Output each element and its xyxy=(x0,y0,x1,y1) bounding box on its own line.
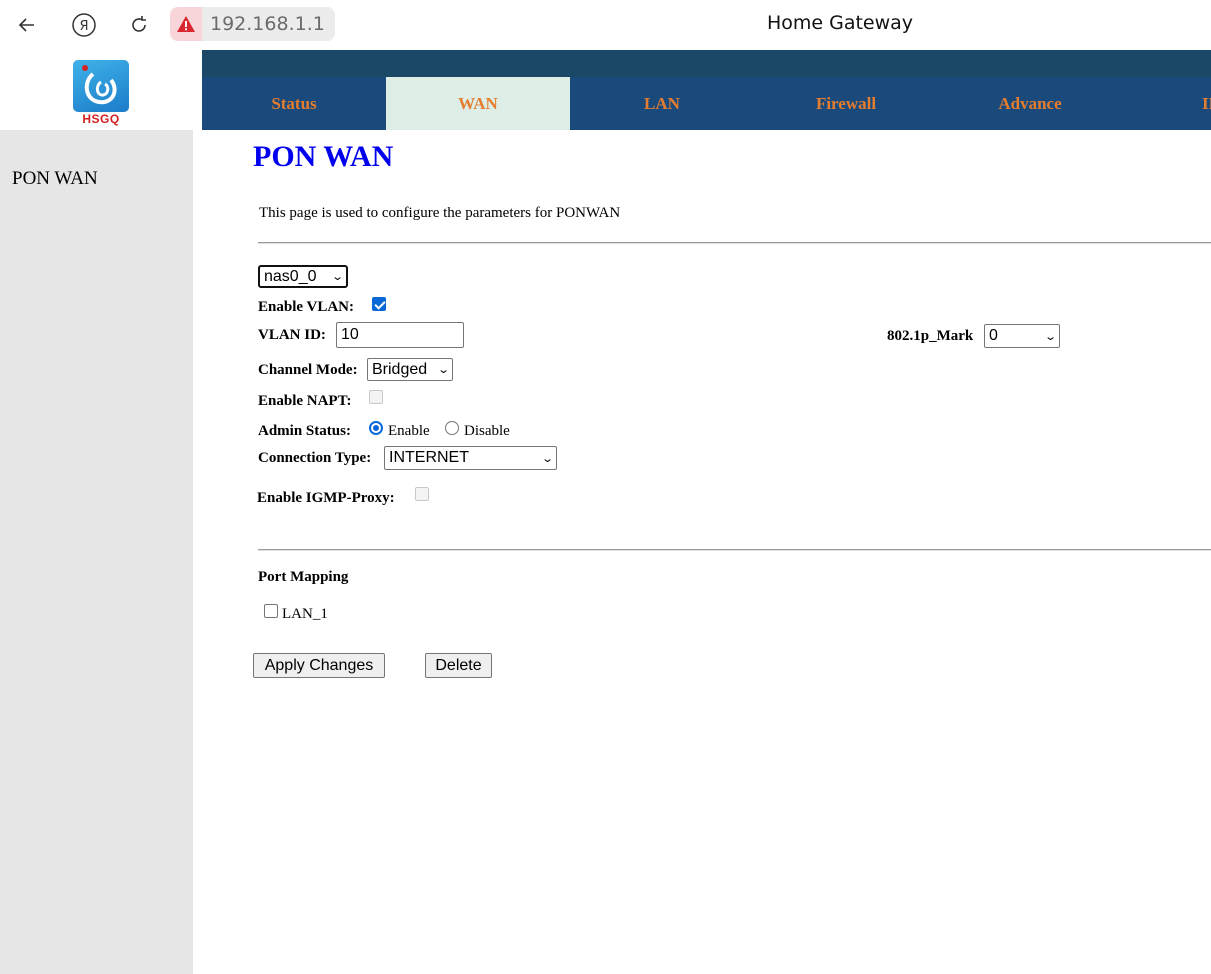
header-band xyxy=(202,50,1211,77)
logo-mark xyxy=(73,60,129,112)
browser-toolbar: Я 192.168.1.1 Home Gateway xyxy=(0,0,1211,50)
connection-type-select[interactable]: INTERNET ⌄ xyxy=(384,446,557,470)
chevron-down-icon: ⌄ xyxy=(330,270,344,283)
connection-type-label: Connection Type: xyxy=(258,450,372,466)
tab-wan[interactable]: WAN xyxy=(386,77,570,130)
back-arrow-icon[interactable] xyxy=(12,10,42,40)
svg-text:Я: Я xyxy=(79,19,88,34)
divider xyxy=(258,242,1211,244)
divider xyxy=(258,549,1211,551)
port-mapping-title: Port Mapping xyxy=(258,569,349,585)
browser-tab-title: Home Gateway xyxy=(766,12,914,34)
vlan-id-label: VLAN ID: xyxy=(258,327,326,343)
8021p-mark-select[interactable]: 0 ⌄ xyxy=(984,324,1060,348)
admin-status-disable-radio[interactable] xyxy=(445,421,459,435)
interface-select-value: nas0_0 xyxy=(264,267,317,285)
logo-brand-text: HSGQ xyxy=(82,112,120,126)
hsgq-logo: HSGQ xyxy=(72,54,130,126)
logo-area: HSGQ xyxy=(0,50,202,130)
main-content: PON WAN This page is used to configure t… xyxy=(202,130,1211,974)
chevron-down-icon: ⌄ xyxy=(540,451,554,465)
enable-vlan-checkbox[interactable] xyxy=(372,297,386,311)
sidebar: PON WAN xyxy=(0,130,193,974)
yandex-icon[interactable]: Я xyxy=(69,10,99,40)
admin-status-enable-radio[interactable] xyxy=(369,421,383,435)
admin-status-enable-label: Enable xyxy=(388,423,430,439)
reload-icon[interactable] xyxy=(124,10,154,40)
address-bar[interactable]: 192.168.1.1 xyxy=(170,6,335,42)
tab-advance[interactable]: Advance xyxy=(938,77,1122,130)
vlan-id-input[interactable]: 10 xyxy=(336,322,464,348)
channel-mode-label: Channel Mode: xyxy=(258,362,358,378)
admin-status-disable-label: Disable xyxy=(464,423,510,439)
enable-napt-label: Enable NAPT: xyxy=(258,393,352,409)
warning-icon[interactable] xyxy=(170,7,202,41)
connection-type-value: INTERNET xyxy=(389,449,469,466)
chevron-down-icon: ⌄ xyxy=(436,363,450,376)
port-lan1-checkbox[interactable] xyxy=(264,604,278,618)
8021p-mark-label: 802.1p_Mark xyxy=(887,328,974,344)
tab-lan[interactable]: LAN xyxy=(570,77,754,130)
igmp-proxy-label: Enable IGMP-Proxy: xyxy=(257,490,395,506)
page-title: PON WAN xyxy=(253,140,394,173)
page-description: This page is used to configure the param… xyxy=(259,205,621,221)
channel-mode-value: Bridged xyxy=(372,360,428,378)
port-lan1-label: LAN_1 xyxy=(282,606,328,622)
channel-mode-select[interactable]: Bridged ⌄ xyxy=(367,358,453,381)
tab-firewall[interactable]: Firewall xyxy=(754,77,938,130)
interface-select[interactable]: nas0_0 ⌄ xyxy=(258,265,348,288)
tab-status[interactable]: Status xyxy=(202,77,386,130)
tab-ip-label: IP xyxy=(1202,93,1211,113)
igmp-proxy-checkbox[interactable] xyxy=(415,487,429,501)
tab-ip[interactable]: IP xyxy=(1122,77,1211,130)
enable-vlan-label: Enable VLAN: xyxy=(258,299,354,315)
main-nav-tabs: Status WAN LAN Firewall Advance IP xyxy=(202,77,1211,130)
apply-changes-button[interactable]: Apply Changes xyxy=(253,653,385,678)
delete-button[interactable]: Delete xyxy=(425,653,492,678)
admin-status-label: Admin Status: xyxy=(258,423,351,439)
enable-napt-checkbox[interactable] xyxy=(369,390,383,404)
chevron-down-icon: ⌄ xyxy=(1043,329,1057,343)
url-text[interactable]: 192.168.1.1 xyxy=(202,7,335,41)
sidebar-item-pon-wan[interactable]: PON WAN xyxy=(12,168,98,190)
8021p-mark-value: 0 xyxy=(989,327,998,344)
